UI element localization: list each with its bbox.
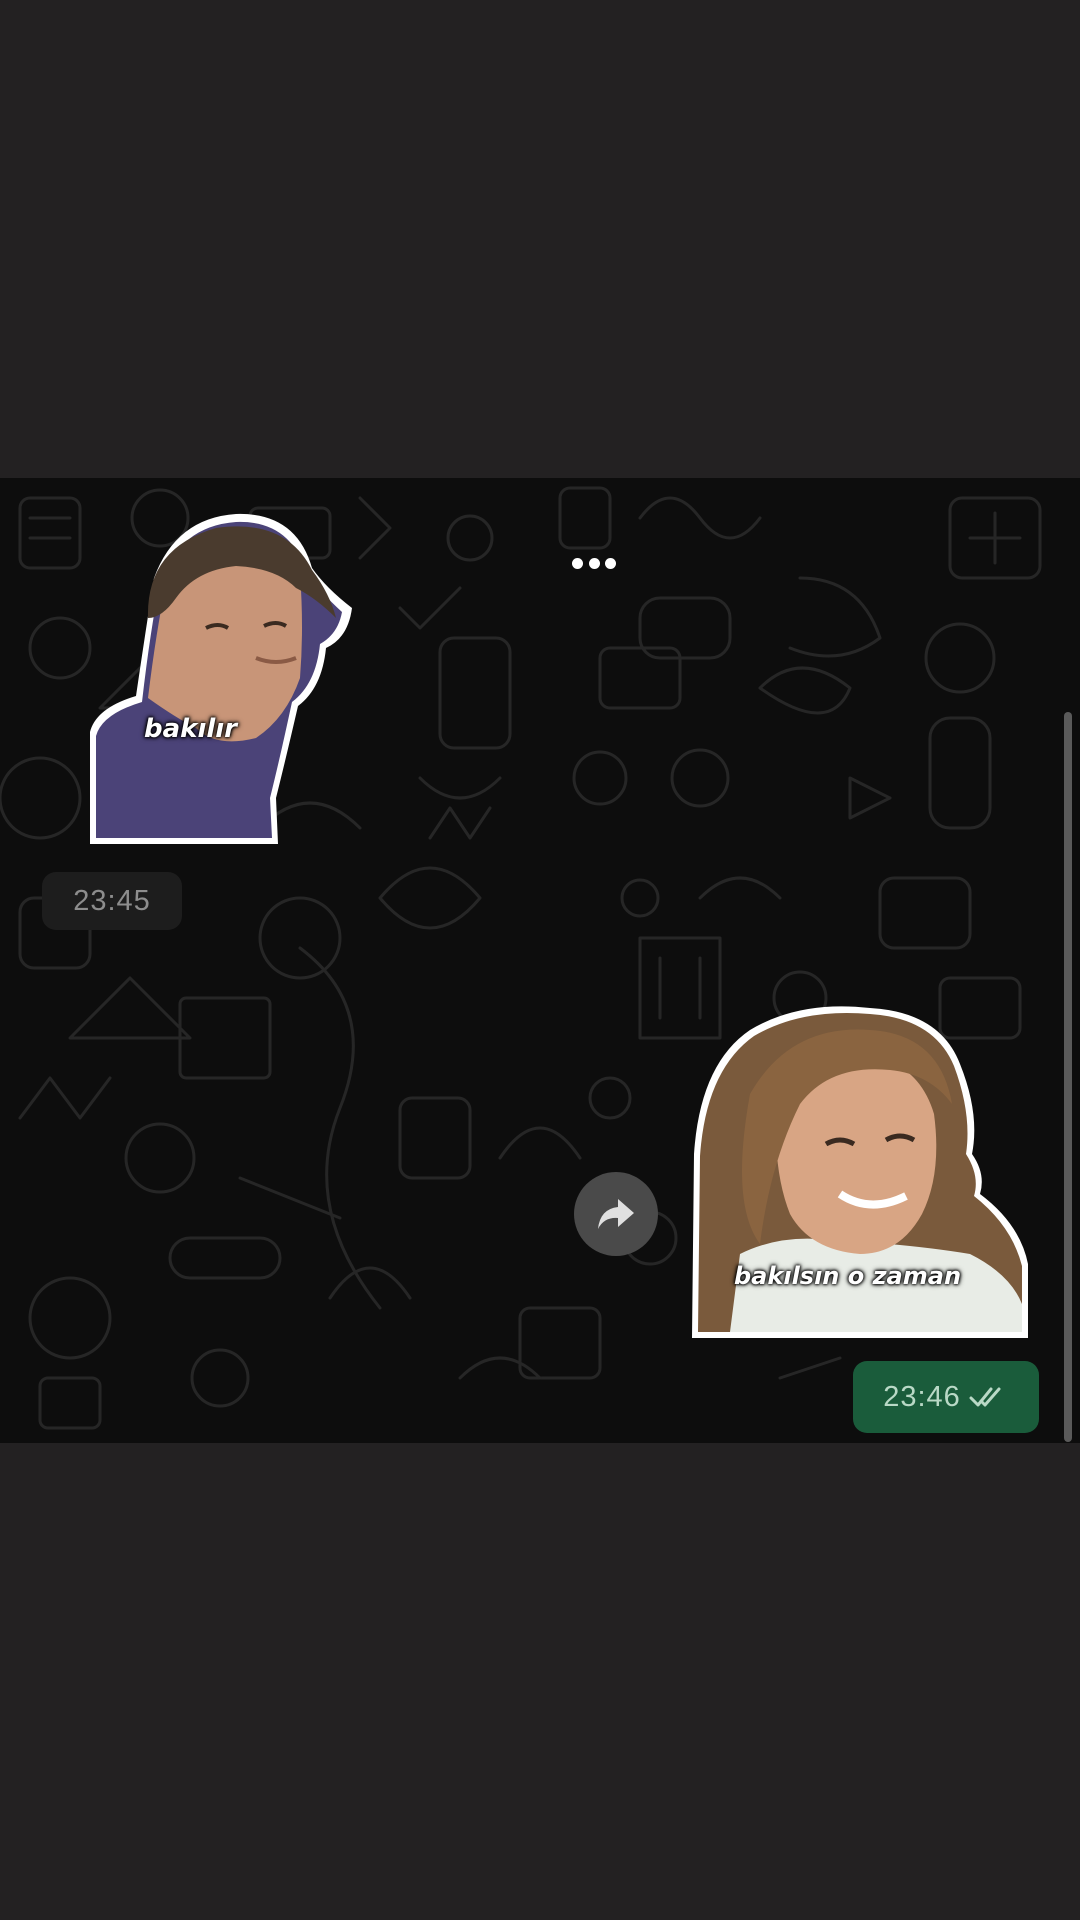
typing-dot: [588, 557, 600, 569]
share-forward-icon: [598, 1199, 634, 1229]
chat-scrollbar[interactable]: [1064, 712, 1072, 1442]
outgoing-sticker[interactable]: bakılsın o zaman: [690, 1004, 1030, 1340]
message-timestamp-outgoing: 23:46: [853, 1361, 1039, 1433]
incoming-sticker-image: [90, 513, 352, 844]
sticker-caption: bakılsın o zaman: [734, 1262, 962, 1290]
typing-dot: [605, 557, 616, 569]
double-check-icon: [969, 1387, 1001, 1407]
sticker-caption: bakılır: [144, 714, 238, 744]
incoming-sticker[interactable]: bakılır: [86, 508, 356, 846]
forward-button[interactable]: [574, 1172, 658, 1256]
message-time: 23:46: [883, 1380, 961, 1413]
typing-dot: [572, 557, 583, 569]
typing-indicator: [572, 556, 616, 570]
message-timestamp: 23:45: [42, 872, 182, 930]
